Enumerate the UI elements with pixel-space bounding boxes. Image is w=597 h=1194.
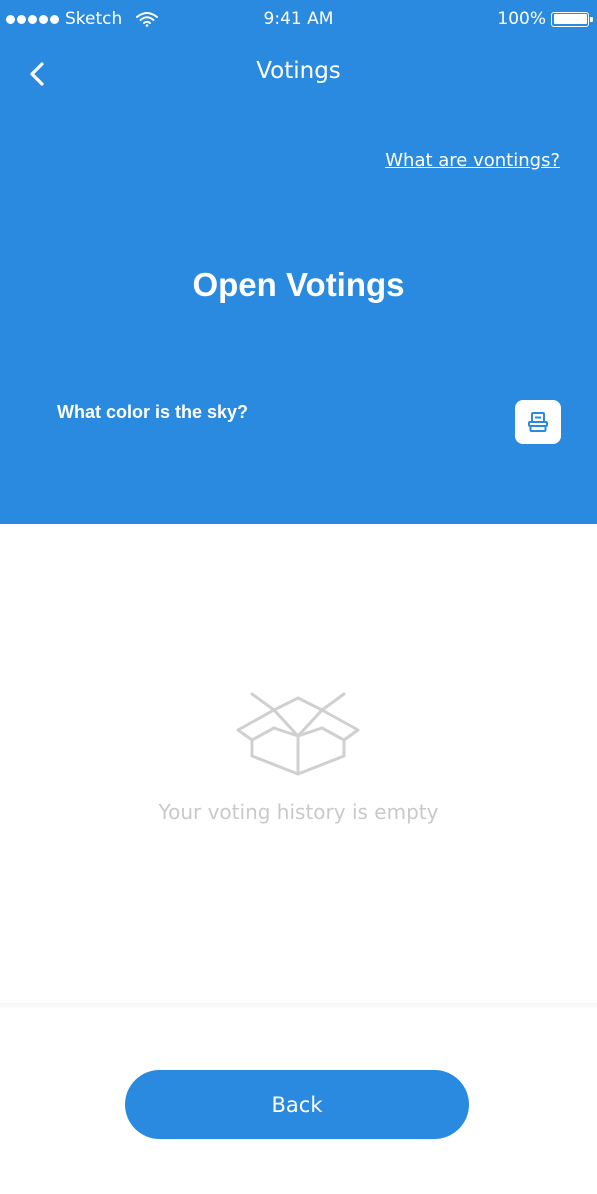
what-are-votings-link[interactable]: What are vontings? — [385, 150, 560, 171]
battery-icon — [551, 11, 593, 27]
battery-percent: 100% — [497, 9, 546, 29]
nav-title: Votings — [256, 58, 341, 84]
page-title: Open Votings — [192, 266, 405, 303]
back-button[interactable]: Back — [125, 1070, 469, 1139]
status-bar: Sketch 9:41 AM 100% — [0, 0, 597, 40]
header-panel: Sketch 9:41 AM 100% Votings What are von… — [0, 0, 597, 524]
voting-question[interactable]: What color is the sky? — [57, 402, 248, 423]
empty-history-message: Your voting history is empty — [158, 800, 439, 824]
divider — [0, 1003, 597, 1009]
status-bar-right: 100% — [497, 9, 593, 29]
ballot-box-icon — [528, 412, 548, 432]
vote-button[interactable] — [515, 400, 561, 444]
open-box-icon — [236, 692, 360, 776]
